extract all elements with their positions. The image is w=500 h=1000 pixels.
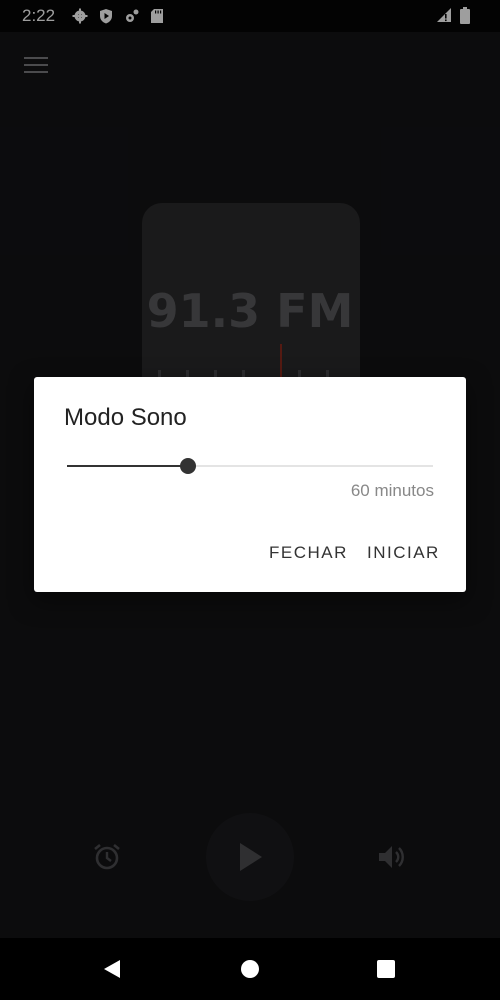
home-icon[interactable] xyxy=(241,960,259,978)
close-button[interactable]: FECHAR xyxy=(269,543,348,563)
screen: 2:22 91.3 FM Modo Sono 60 minutos FECHAR… xyxy=(0,0,500,1000)
navigation-bar xyxy=(0,938,500,1000)
recent-apps-icon[interactable] xyxy=(377,960,395,978)
sleep-mode-dialog: Modo Sono 60 minutos FECHAR INICIAR xyxy=(34,377,466,592)
dialog-title: Modo Sono xyxy=(64,404,187,431)
slider-value-label: 60 minutos xyxy=(350,481,434,500)
slider-thumb[interactable] xyxy=(179,458,196,474)
back-icon[interactable] xyxy=(102,959,122,979)
slider-fill xyxy=(67,465,188,467)
start-button[interactable]: INICIAR xyxy=(367,543,440,563)
sleep-timer-slider[interactable] xyxy=(67,458,433,474)
